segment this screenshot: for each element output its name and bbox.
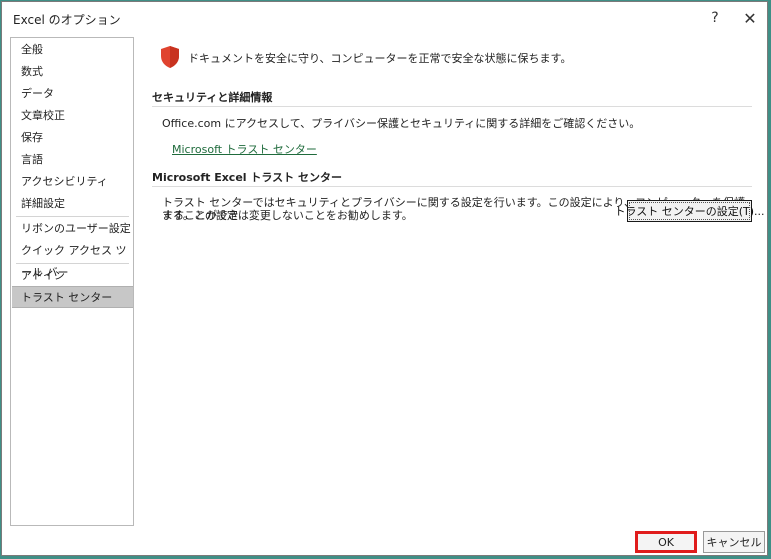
sidebar-item-proofing[interactable]: 文章校正 <box>12 105 133 127</box>
sidebar-item-add-ins[interactable]: アドイン <box>12 265 133 287</box>
sidebar-item-language[interactable]: 言語 <box>12 149 133 171</box>
main-content: ドキュメントを安全に守り、コンピューターを正常で安全な状態に保ちます。 セキュリ… <box>150 37 765 507</box>
sidebar: 全般 数式 データ 文章校正 保存 言語 アクセシビリティ 詳細設定 リボンのユ… <box>10 37 134 526</box>
ok-button[interactable]: OK <box>635 531 697 553</box>
trust-description-line2: ます。この設定は変更しないことをお勧めします。 <box>162 209 413 222</box>
sidebar-item-customize-ribbon[interactable]: リボンのユーザー設定 <box>12 218 133 240</box>
security-section-heading: セキュリティと詳細情報 <box>152 91 273 104</box>
sidebar-item-formulas[interactable]: 数式 <box>12 61 133 83</box>
trust-center-link[interactable]: Microsoft トラスト センター <box>172 141 317 157</box>
sidebar-item-accessibility[interactable]: アクセシビリティ <box>12 171 133 193</box>
close-button[interactable]: ✕ <box>739 8 761 28</box>
options-dialog: Excel のオプション ? ✕ 全般 数式 データ 文章校正 保存 言語 アク… <box>1 1 768 556</box>
section-divider <box>152 186 752 187</box>
intro-text: ドキュメントを安全に守り、コンピューターを正常で安全な状態に保ちます。 <box>188 52 572 65</box>
cancel-button[interactable]: キャンセル <box>703 531 765 553</box>
dialog-title: Excel のオプション <box>13 13 121 27</box>
sidebar-item-trust-center[interactable]: トラスト センター <box>12 286 133 308</box>
sidebar-item-save[interactable]: 保存 <box>12 127 133 149</box>
sidebar-item-quick-access-toolbar[interactable]: クイック アクセス ツール バー <box>12 240 133 279</box>
security-description: Office.com にアクセスして、プライバシー保護とセキュリティに関する詳細… <box>162 117 641 130</box>
sidebar-item-data[interactable]: データ <box>12 83 133 105</box>
trust-center-settings-button[interactable]: トラスト センターの設定(T)... <box>614 200 765 222</box>
sidebar-divider <box>16 263 129 264</box>
sidebar-item-advanced[interactable]: 詳細設定 <box>12 193 133 215</box>
sidebar-divider <box>16 216 129 217</box>
sidebar-item-general[interactable]: 全般 <box>12 39 133 61</box>
trust-section-heading: Microsoft Excel トラスト センター <box>152 171 342 184</box>
shield-icon <box>161 46 179 68</box>
section-divider <box>152 106 752 107</box>
help-button[interactable]: ? <box>704 8 726 28</box>
title-bar: Excel のオプション ? ✕ <box>2 2 767 34</box>
